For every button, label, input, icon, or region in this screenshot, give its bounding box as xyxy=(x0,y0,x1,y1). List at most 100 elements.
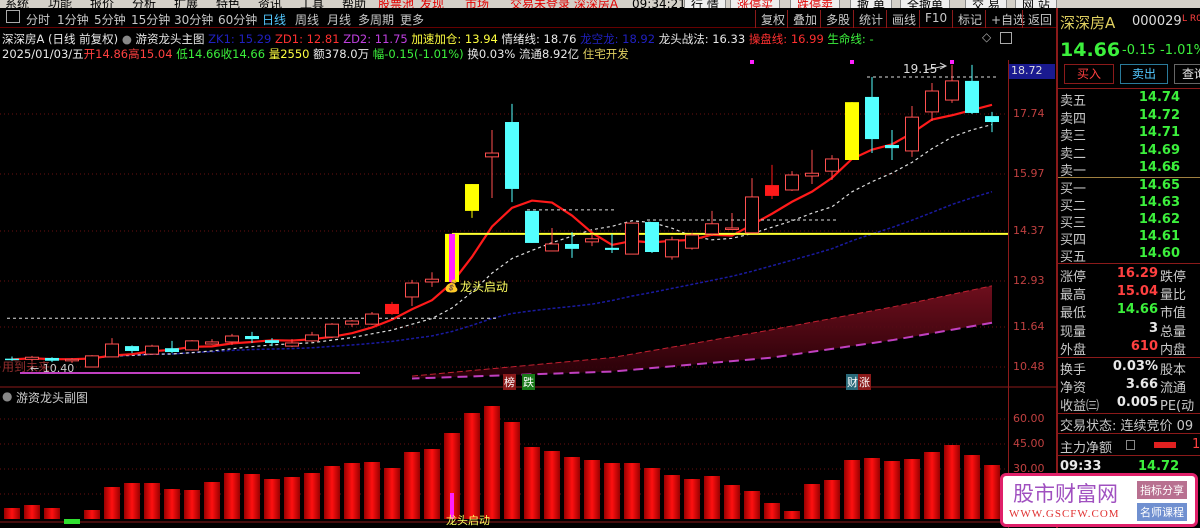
price-change: -0.15 xyxy=(1122,43,1156,58)
watermark-tag: 名师课程 xyxy=(1137,503,1187,521)
price-tick: 14.37 xyxy=(1013,224,1045,237)
volume-bar xyxy=(624,463,640,519)
query-button[interactable]: 查询 xyxy=(1174,64,1200,84)
stock-name: 深深房A xyxy=(1060,14,1116,32)
candle-body xyxy=(485,152,499,158)
volume-bar xyxy=(544,451,560,519)
volume-bar xyxy=(884,461,900,519)
info-icon[interactable] xyxy=(1126,440,1135,450)
sub-dropdown-icon[interactable]: ● xyxy=(2,389,12,403)
row-label-right: 跌停 xyxy=(1160,270,1187,285)
tick-price: 14.72 xyxy=(1138,459,1180,474)
candle-body xyxy=(765,185,779,196)
buy-button[interactable]: 买入 xyxy=(1064,64,1114,84)
row-value: 14.61 xyxy=(1138,229,1180,244)
candle-body xyxy=(405,282,419,298)
volume-bar xyxy=(724,485,740,519)
badge-fall[interactable]: 跌 xyxy=(522,374,535,390)
candle-body xyxy=(365,313,379,325)
quote-row: 现量 3 总量 xyxy=(1060,321,1200,340)
row-label: 外盘 xyxy=(1060,342,1087,358)
candle-body xyxy=(945,80,959,101)
watermark: 股市财富网 WWW.GSCFW.COM 指标分享 名师课程 xyxy=(1000,473,1198,527)
candle-body xyxy=(825,158,839,172)
candle-body xyxy=(965,80,979,113)
volume-bar xyxy=(564,457,580,519)
volume-bar xyxy=(104,487,120,519)
quote-row: 涨停 16.29 跌停 xyxy=(1060,266,1200,285)
volume-bar xyxy=(84,510,100,519)
volume-bar xyxy=(964,455,980,519)
badge-rise[interactable]: 涨 xyxy=(858,374,871,390)
volume-bar xyxy=(904,459,920,519)
volume-bar xyxy=(524,447,540,519)
row-value: 0.03% xyxy=(1112,359,1158,374)
volume-bar xyxy=(324,466,340,519)
candle-body xyxy=(785,174,799,191)
volume-bar xyxy=(24,505,40,519)
candle-body xyxy=(65,358,79,362)
candle-body xyxy=(265,340,279,343)
row-value: 14.65 xyxy=(1138,178,1180,193)
row-label: 卖五 xyxy=(1060,94,1087,109)
candle-body xyxy=(625,222,639,255)
current-price-marker: 18.72 xyxy=(1009,64,1055,79)
quote-row: 买三 14.62 xyxy=(1060,212,1200,231)
volume-bar xyxy=(284,477,300,519)
high-price-label: 19.15 xyxy=(903,62,938,76)
sub-tick: 45.00 xyxy=(1013,437,1045,450)
sell-button[interactable]: 卖出 xyxy=(1120,64,1168,84)
volume-bar xyxy=(264,479,280,519)
candle-body xyxy=(525,210,539,243)
candle-body xyxy=(145,345,159,355)
row-label: 收益㈢ xyxy=(1060,399,1100,414)
volume-bar xyxy=(504,422,520,519)
quote-row: 净资 3.66 流通 xyxy=(1060,377,1200,396)
main-flow-label: 主力净额 xyxy=(1060,441,1113,456)
price-change-pct: -1.01% xyxy=(1160,43,1200,58)
row-value: 610 xyxy=(1130,338,1158,354)
row-label: 换手 xyxy=(1060,363,1087,378)
volume-bar xyxy=(984,465,1000,519)
stock-flags: L R00 xyxy=(1182,14,1200,24)
volume-bar xyxy=(4,508,20,519)
candle-body xyxy=(205,341,219,345)
kline-chart[interactable] xyxy=(0,0,1056,528)
price-tick: 11.64 xyxy=(1013,320,1045,333)
candle-body xyxy=(905,116,919,152)
quote-row: 买二 14.63 xyxy=(1060,195,1200,214)
row-label: 卖四 xyxy=(1060,111,1087,127)
tick-time: 09:33 xyxy=(1060,459,1102,474)
volume-bar xyxy=(244,474,260,519)
volume-bar xyxy=(604,463,620,519)
low-price-label: ← 10.40 xyxy=(30,362,75,375)
candle-body xyxy=(105,343,119,358)
badge-list[interactable]: 榜 xyxy=(503,374,516,390)
volume-bar xyxy=(804,484,820,519)
quote-row: 卖四 14.72 xyxy=(1060,108,1200,127)
quote-row: 卖二 14.69 xyxy=(1060,143,1200,162)
main-flow-value: 12 xyxy=(1192,437,1200,452)
candle-body xyxy=(805,172,819,177)
volume-bar xyxy=(924,452,940,519)
candle-body xyxy=(425,278,439,283)
candle-body xyxy=(125,346,139,351)
candle-body xyxy=(185,340,199,351)
row-label-right: PE(动 xyxy=(1160,399,1195,414)
watermark-url: WWW.GSCFW.COM xyxy=(1009,508,1120,520)
quote-row: 最低 14.66 市值 xyxy=(1060,302,1200,321)
low-price-value: 10.40 xyxy=(42,362,75,375)
quote-row: 换手 0.03% 股本 xyxy=(1060,359,1200,378)
volume-bar xyxy=(684,479,700,519)
candle-body xyxy=(565,243,579,249)
row-label: 净资 xyxy=(1060,381,1087,396)
sub-chart-title[interactable]: 游资龙头副图 xyxy=(16,389,88,406)
candle-body xyxy=(605,247,619,250)
row-label: 卖三 xyxy=(1060,129,1087,145)
volume-bar xyxy=(224,473,240,519)
candle-body xyxy=(865,96,879,140)
row-value: 0.005 xyxy=(1116,395,1158,410)
row-value: 14.74 xyxy=(1138,90,1180,105)
candle-body xyxy=(305,334,319,342)
volume-bar xyxy=(144,483,160,519)
